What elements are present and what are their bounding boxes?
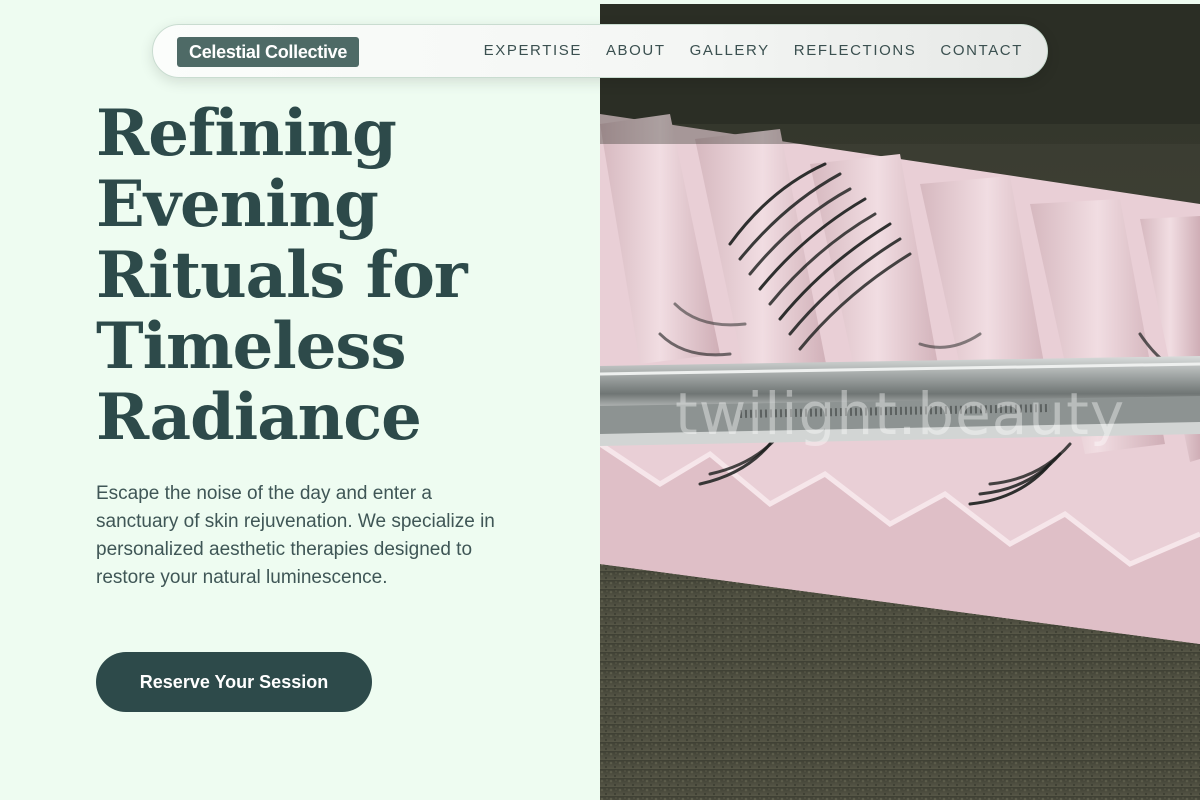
lash-tray-illustration: twilight.beauty (600, 4, 1200, 800)
nav-link-reflections[interactable]: REFLECTIONS (794, 42, 917, 59)
nav-item: EXPERTISE (484, 42, 582, 60)
nav-links: EXPERTISE ABOUT GALLERY REFLECTIONS CONT… (484, 25, 1023, 77)
nav-item: CONTACT (940, 42, 1023, 60)
hero-intro-text: Escape the noise of the day and enter a … (96, 483, 495, 588)
main-navigation: Celestial Collective EXPERTISE ABOUT GAL… (152, 24, 1048, 78)
watermark-text: twilight.beauty (675, 380, 1125, 448)
hero-section: Refining Evening Rituals for Timeless Ra… (0, 0, 600, 800)
headline-line: Evening (96, 167, 379, 242)
nav-link-about[interactable]: ABOUT (606, 42, 666, 59)
nav-link-expertise[interactable]: EXPERTISE (484, 42, 582, 59)
nav-link-contact[interactable]: CONTACT (940, 42, 1023, 59)
nav-item: ABOUT (606, 42, 666, 60)
headline-line: Refining (96, 96, 397, 171)
headline-line: Rituals for (96, 238, 468, 313)
headline-line: Radiance (96, 380, 422, 455)
nav-item: REFLECTIONS (794, 42, 917, 60)
brand-logo[interactable]: Celestial Collective (177, 37, 360, 67)
hero-photo: twilight.beauty (600, 4, 1200, 800)
nav-item: GALLERY (690, 42, 770, 60)
nav-link-gallery[interactable]: GALLERY (690, 42, 770, 59)
hero-headline: Refining Evening Rituals for Timeless Ra… (96, 98, 576, 453)
reserve-session-button[interactable]: Reserve Your Session (96, 652, 372, 712)
headline-line: Timeless (96, 309, 406, 384)
